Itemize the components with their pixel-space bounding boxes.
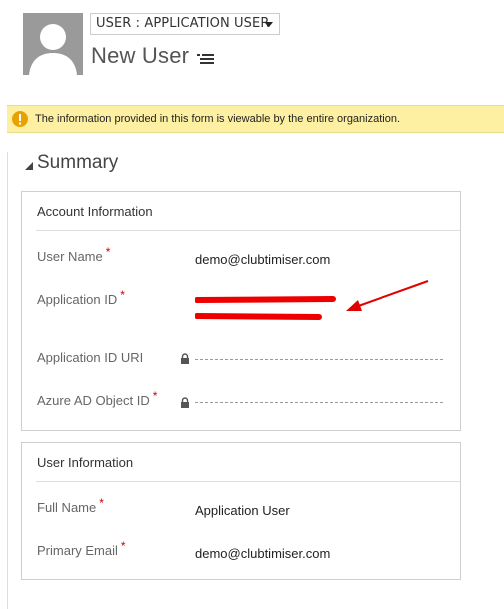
primary-email-label-text: Primary Email	[37, 543, 118, 558]
required-indicator: *	[120, 539, 126, 553]
account-information-title: Account Information	[37, 204, 153, 219]
avatar[interactable]	[23, 13, 83, 75]
notification-banner: The information provided in this form is…	[7, 105, 504, 133]
application-id-uri-label-text: Application ID URI	[37, 350, 144, 365]
user-name-field[interactable]: demo@clubtimiser.com	[195, 252, 330, 267]
banner-message: The information provided in this form is…	[35, 113, 401, 125]
annotation-arrow-icon	[346, 280, 429, 311]
form-selector-label: USER : APPLICATION USER	[96, 16, 270, 31]
azure-ad-object-id-label-text: Azure AD Object ID	[37, 393, 150, 408]
full-name-label-text: Full Name	[37, 500, 97, 515]
record-menu-icon[interactable]	[197, 52, 215, 66]
record-title: New User	[91, 43, 190, 68]
azure-ad-object-id-label: Azure AD Object ID *	[37, 389, 157, 408]
required-indicator: *	[152, 389, 158, 403]
account-information-section: Account Information User Name * demo@club…	[21, 191, 461, 431]
user-information-title: User Information	[37, 455, 134, 470]
collapse-triangle-icon	[25, 162, 33, 170]
primary-email-label: Primary Email *	[37, 539, 126, 558]
application-id-uri-field[interactable]	[195, 359, 443, 360]
user-name-label: User Name *	[37, 245, 110, 264]
user-information-section: User Information Full Name * Application …	[21, 442, 461, 580]
form-selector-dropdown[interactable]: USER : APPLICATION USER	[90, 13, 280, 35]
required-indicator: *	[120, 288, 125, 302]
application-id-field[interactable]	[195, 292, 345, 322]
azure-ad-object-id-field[interactable]	[195, 402, 443, 403]
user-name-label-text: User Name	[37, 249, 103, 264]
section-divider	[36, 481, 460, 482]
redaction-mark	[195, 296, 336, 320]
user-silhouette-icon	[23, 13, 83, 75]
primary-email-field[interactable]: demo@clubtimiser.com	[195, 546, 330, 561]
required-indicator: *	[99, 496, 104, 510]
lock-icon	[181, 353, 189, 364]
application-id-label: Application ID *	[37, 288, 125, 307]
full-name-label: Full Name *	[37, 496, 104, 515]
lock-icon	[181, 397, 189, 408]
application-id-uri-label: Application ID URI	[37, 350, 143, 365]
warning-icon	[12, 111, 28, 127]
full-name-field[interactable]: Application User	[195, 503, 290, 518]
required-indicator: *	[105, 245, 111, 259]
section-title: Summary	[37, 152, 119, 173]
chevron-down-icon	[265, 22, 273, 27]
section-rule	[7, 152, 8, 609]
application-id-label-text: Application ID	[37, 292, 118, 307]
section-divider	[36, 230, 460, 231]
